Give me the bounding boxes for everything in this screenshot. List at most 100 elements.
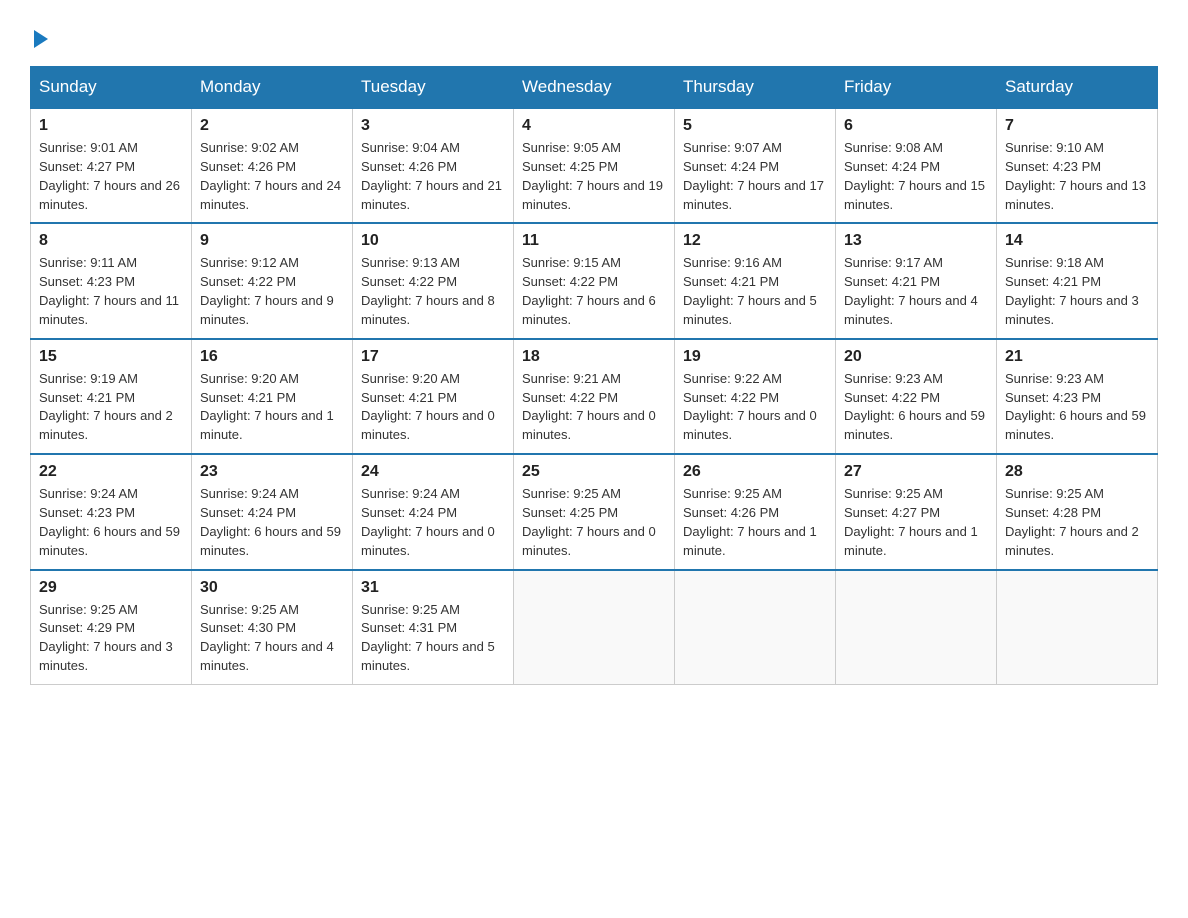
calendar-cell — [514, 570, 675, 685]
calendar-cell: 30 Sunrise: 9:25 AMSunset: 4:30 PMDaylig… — [192, 570, 353, 685]
day-number: 18 — [522, 348, 666, 366]
day-number: 17 — [361, 348, 505, 366]
calendar-cell: 28 Sunrise: 9:25 AMSunset: 4:28 PMDaylig… — [997, 454, 1158, 569]
calendar-cell: 3 Sunrise: 9:04 AMSunset: 4:26 PMDayligh… — [353, 108, 514, 223]
day-number: 27 — [844, 463, 988, 481]
calendar-cell: 26 Sunrise: 9:25 AMSunset: 4:26 PMDaylig… — [675, 454, 836, 569]
day-number: 28 — [1005, 463, 1149, 481]
weekday-header-thursday: Thursday — [675, 67, 836, 109]
calendar-cell: 12 Sunrise: 9:16 AMSunset: 4:21 PMDaylig… — [675, 223, 836, 338]
day-info: Sunrise: 9:25 AMSunset: 4:27 PMDaylight:… — [844, 486, 978, 558]
calendar-cell: 16 Sunrise: 9:20 AMSunset: 4:21 PMDaylig… — [192, 339, 353, 454]
day-info: Sunrise: 9:25 AMSunset: 4:30 PMDaylight:… — [200, 602, 334, 674]
day-number: 8 — [39, 232, 183, 250]
day-number: 1 — [39, 117, 183, 135]
day-number: 3 — [361, 117, 505, 135]
day-number: 29 — [39, 579, 183, 597]
weekday-header-wednesday: Wednesday — [514, 67, 675, 109]
day-number: 22 — [39, 463, 183, 481]
day-info: Sunrise: 9:13 AMSunset: 4:22 PMDaylight:… — [361, 255, 495, 327]
calendar-cell: 8 Sunrise: 9:11 AMSunset: 4:23 PMDayligh… — [31, 223, 192, 338]
day-info: Sunrise: 9:25 AMSunset: 4:31 PMDaylight:… — [361, 602, 495, 674]
day-number: 12 — [683, 232, 827, 250]
calendar-cell: 1 Sunrise: 9:01 AMSunset: 4:27 PMDayligh… — [31, 108, 192, 223]
day-number: 15 — [39, 348, 183, 366]
day-number: 9 — [200, 232, 344, 250]
day-number: 10 — [361, 232, 505, 250]
day-info: Sunrise: 9:05 AMSunset: 4:25 PMDaylight:… — [522, 140, 663, 212]
calendar-cell: 5 Sunrise: 9:07 AMSunset: 4:24 PMDayligh… — [675, 108, 836, 223]
calendar-cell: 25 Sunrise: 9:25 AMSunset: 4:25 PMDaylig… — [514, 454, 675, 569]
calendar-cell: 11 Sunrise: 9:15 AMSunset: 4:22 PMDaylig… — [514, 223, 675, 338]
calendar-cell — [836, 570, 997, 685]
day-number: 19 — [683, 348, 827, 366]
weekday-header-friday: Friday — [836, 67, 997, 109]
day-info: Sunrise: 9:24 AMSunset: 4:24 PMDaylight:… — [200, 486, 341, 558]
day-number: 6 — [844, 117, 988, 135]
calendar-cell: 18 Sunrise: 9:21 AMSunset: 4:22 PMDaylig… — [514, 339, 675, 454]
day-number: 24 — [361, 463, 505, 481]
calendar-cell: 31 Sunrise: 9:25 AMSunset: 4:31 PMDaylig… — [353, 570, 514, 685]
calendar-cell: 21 Sunrise: 9:23 AMSunset: 4:23 PMDaylig… — [997, 339, 1158, 454]
day-info: Sunrise: 9:02 AMSunset: 4:26 PMDaylight:… — [200, 140, 341, 212]
day-number: 2 — [200, 117, 344, 135]
calendar-cell: 14 Sunrise: 9:18 AMSunset: 4:21 PMDaylig… — [997, 223, 1158, 338]
page-header — [30, 30, 1158, 46]
calendar-cell: 10 Sunrise: 9:13 AMSunset: 4:22 PMDaylig… — [353, 223, 514, 338]
weekday-header-saturday: Saturday — [997, 67, 1158, 109]
logo-arrow-icon — [34, 30, 48, 48]
calendar-week-1: 1 Sunrise: 9:01 AMSunset: 4:27 PMDayligh… — [31, 108, 1158, 223]
calendar-cell: 20 Sunrise: 9:23 AMSunset: 4:22 PMDaylig… — [836, 339, 997, 454]
calendar-table: SundayMondayTuesdayWednesdayThursdayFrid… — [30, 66, 1158, 685]
day-info: Sunrise: 9:18 AMSunset: 4:21 PMDaylight:… — [1005, 255, 1139, 327]
day-info: Sunrise: 9:24 AMSunset: 4:23 PMDaylight:… — [39, 486, 180, 558]
logo — [30, 30, 48, 46]
day-info: Sunrise: 9:07 AMSunset: 4:24 PMDaylight:… — [683, 140, 824, 212]
day-number: 14 — [1005, 232, 1149, 250]
day-number: 11 — [522, 232, 666, 250]
day-info: Sunrise: 9:25 AMSunset: 4:29 PMDaylight:… — [39, 602, 173, 674]
calendar-cell: 19 Sunrise: 9:22 AMSunset: 4:22 PMDaylig… — [675, 339, 836, 454]
day-number: 20 — [844, 348, 988, 366]
day-info: Sunrise: 9:25 AMSunset: 4:28 PMDaylight:… — [1005, 486, 1139, 558]
day-number: 16 — [200, 348, 344, 366]
day-number: 23 — [200, 463, 344, 481]
weekday-header-row: SundayMondayTuesdayWednesdayThursdayFrid… — [31, 67, 1158, 109]
day-number: 26 — [683, 463, 827, 481]
day-info: Sunrise: 9:19 AMSunset: 4:21 PMDaylight:… — [39, 371, 173, 443]
calendar-week-3: 15 Sunrise: 9:19 AMSunset: 4:21 PMDaylig… — [31, 339, 1158, 454]
day-info: Sunrise: 9:16 AMSunset: 4:21 PMDaylight:… — [683, 255, 817, 327]
day-info: Sunrise: 9:25 AMSunset: 4:26 PMDaylight:… — [683, 486, 817, 558]
day-info: Sunrise: 9:08 AMSunset: 4:24 PMDaylight:… — [844, 140, 985, 212]
day-info: Sunrise: 9:04 AMSunset: 4:26 PMDaylight:… — [361, 140, 502, 212]
calendar-cell: 17 Sunrise: 9:20 AMSunset: 4:21 PMDaylig… — [353, 339, 514, 454]
day-info: Sunrise: 9:10 AMSunset: 4:23 PMDaylight:… — [1005, 140, 1146, 212]
day-number: 4 — [522, 117, 666, 135]
day-number: 21 — [1005, 348, 1149, 366]
day-number: 30 — [200, 579, 344, 597]
calendar-week-4: 22 Sunrise: 9:24 AMSunset: 4:23 PMDaylig… — [31, 454, 1158, 569]
weekday-header-tuesday: Tuesday — [353, 67, 514, 109]
day-info: Sunrise: 9:23 AMSunset: 4:22 PMDaylight:… — [844, 371, 985, 443]
calendar-cell — [997, 570, 1158, 685]
day-number: 7 — [1005, 117, 1149, 135]
day-info: Sunrise: 9:12 AMSunset: 4:22 PMDaylight:… — [200, 255, 334, 327]
calendar-cell: 9 Sunrise: 9:12 AMSunset: 4:22 PMDayligh… — [192, 223, 353, 338]
calendar-cell: 23 Sunrise: 9:24 AMSunset: 4:24 PMDaylig… — [192, 454, 353, 569]
day-info: Sunrise: 9:20 AMSunset: 4:21 PMDaylight:… — [361, 371, 495, 443]
calendar-week-5: 29 Sunrise: 9:25 AMSunset: 4:29 PMDaylig… — [31, 570, 1158, 685]
calendar-cell: 29 Sunrise: 9:25 AMSunset: 4:29 PMDaylig… — [31, 570, 192, 685]
weekday-header-sunday: Sunday — [31, 67, 192, 109]
day-number: 25 — [522, 463, 666, 481]
calendar-cell: 15 Sunrise: 9:19 AMSunset: 4:21 PMDaylig… — [31, 339, 192, 454]
calendar-cell: 2 Sunrise: 9:02 AMSunset: 4:26 PMDayligh… — [192, 108, 353, 223]
calendar-cell: 22 Sunrise: 9:24 AMSunset: 4:23 PMDaylig… — [31, 454, 192, 569]
day-info: Sunrise: 9:21 AMSunset: 4:22 PMDaylight:… — [522, 371, 656, 443]
calendar-cell: 7 Sunrise: 9:10 AMSunset: 4:23 PMDayligh… — [997, 108, 1158, 223]
calendar-cell — [675, 570, 836, 685]
day-info: Sunrise: 9:23 AMSunset: 4:23 PMDaylight:… — [1005, 371, 1146, 443]
day-info: Sunrise: 9:22 AMSunset: 4:22 PMDaylight:… — [683, 371, 817, 443]
day-number: 5 — [683, 117, 827, 135]
calendar-cell: 4 Sunrise: 9:05 AMSunset: 4:25 PMDayligh… — [514, 108, 675, 223]
day-info: Sunrise: 9:01 AMSunset: 4:27 PMDaylight:… — [39, 140, 180, 212]
